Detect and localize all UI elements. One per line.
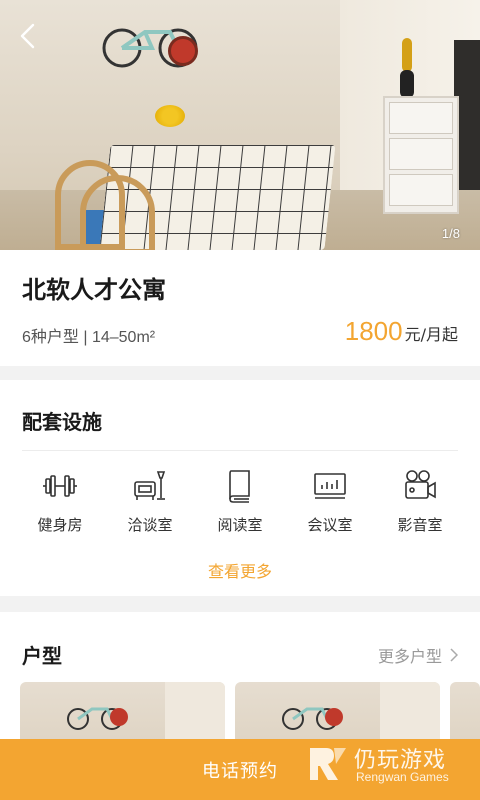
hero-vase bbox=[400, 70, 414, 98]
facility-conference-room[interactable]: 会议室 bbox=[290, 468, 370, 535]
hero-cabinet bbox=[383, 96, 459, 214]
facility-label: 洽谈室 bbox=[127, 516, 173, 534]
facility-gym[interactable]: 健身房 bbox=[20, 468, 100, 535]
facilities-title: 配套设施 bbox=[22, 410, 102, 434]
price-block: 1800 元/月起 bbox=[345, 316, 458, 347]
rengwan-logo-icon bbox=[310, 748, 346, 780]
price-unit: 元/月起 bbox=[404, 325, 458, 344]
facility-label: 影音室 bbox=[397, 516, 443, 534]
back-button[interactable] bbox=[16, 22, 40, 50]
listing-meta: 6种户型 | 14–50m² bbox=[22, 329, 156, 346]
image-counter: 1/8 bbox=[441, 226, 460, 241]
hero-plant bbox=[402, 38, 412, 72]
listing-summary: 北软人才公寓 6种户型 | 14–50m² 1800 元/月起 bbox=[0, 250, 480, 366]
watermark: 仍玩游戏 Rengwan Games bbox=[304, 740, 480, 796]
facility-theater[interactable]: 影音室 bbox=[380, 468, 460, 535]
book-icon bbox=[229, 470, 250, 503]
facility-meeting-lounge[interactable]: 洽谈室 bbox=[110, 468, 190, 535]
facilities-section: 配套设施 健身房 洽谈室 阅读室 会议室 影音室 查看更多 bbox=[0, 380, 480, 596]
facilities-list: 健身房 洽谈室 阅读室 会议室 影音室 bbox=[20, 468, 460, 535]
movie-camera-icon bbox=[405, 470, 436, 499]
call-booking-button[interactable]: 电话预约 bbox=[202, 757, 278, 783]
facility-label: 阅读室 bbox=[217, 516, 263, 534]
watermark-en: Rengwan Games bbox=[356, 770, 449, 784]
dumbbell-icon bbox=[43, 475, 77, 497]
chevron-left-icon bbox=[20, 23, 35, 49]
listing-title: 北软人才公寓 bbox=[22, 276, 166, 304]
hero-wall-clock bbox=[168, 36, 198, 66]
facility-label: 会议室 bbox=[307, 516, 353, 534]
more-room-types-link[interactable]: 更多户型 bbox=[378, 643, 458, 667]
hero-image[interactable] bbox=[0, 0, 480, 250]
facility-label: 健身房 bbox=[37, 516, 83, 534]
chevron-right-icon bbox=[450, 648, 458, 662]
facility-reading-room[interactable]: 阅读室 bbox=[200, 468, 280, 535]
room-types-title: 户型 bbox=[22, 644, 62, 668]
hero-flowers bbox=[155, 105, 185, 127]
hero-chair bbox=[80, 175, 155, 250]
sofa-lamp-icon bbox=[134, 471, 166, 500]
price-value: 1800 bbox=[344, 316, 403, 346]
view-more-facilities-link[interactable]: 查看更多 bbox=[0, 558, 480, 582]
presentation-board-icon bbox=[314, 473, 346, 499]
divider bbox=[22, 450, 458, 451]
more-room-types-label: 更多户型 bbox=[377, 647, 442, 666]
